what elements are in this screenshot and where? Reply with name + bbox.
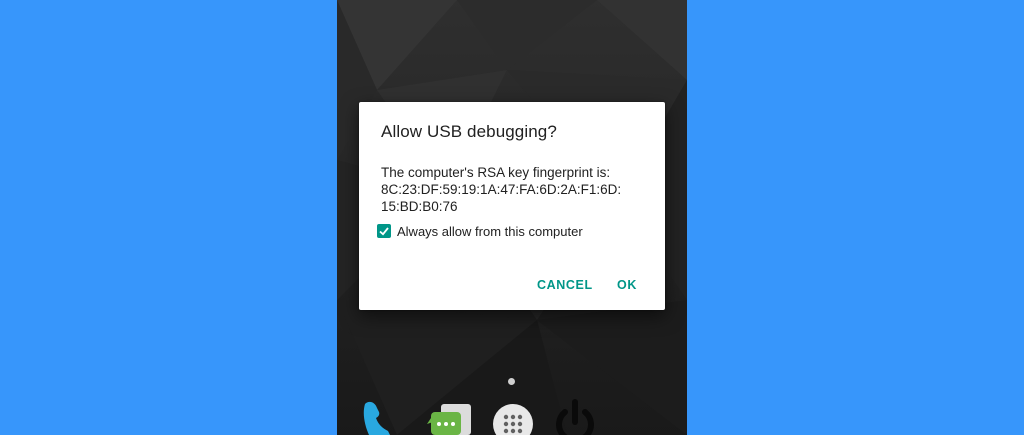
always-allow-label[interactable]: Always allow from this computer — [397, 224, 583, 239]
page-indicator-dot — [508, 378, 515, 385]
dialog-message: The computer's RSA key fingerprint is: 8… — [381, 164, 651, 215]
ok-button[interactable]: OK — [617, 278, 637, 292]
screen: Allow USB debugging? The computer's RSA … — [0, 0, 1024, 435]
dialog-title: Allow USB debugging? — [381, 122, 557, 141]
checkmark-icon — [379, 227, 389, 236]
power-icon[interactable] — [551, 398, 599, 435]
phone-screen: Allow USB debugging? The computer's RSA … — [337, 0, 687, 435]
phone-icon[interactable] — [359, 398, 407, 435]
fingerprint-line-2: 15:BD:B0:76 — [381, 199, 458, 214]
always-allow-checkbox[interactable] — [377, 224, 391, 238]
fingerprint-intro: The computer's RSA key fingerprint is: — [381, 165, 611, 180]
fingerprint-line-1: 8C:23:DF:59:19:1A:47:FA:6D:2A:F1:6D: — [381, 182, 622, 197]
always-allow-checkbox-row[interactable]: Always allow from this computer — [377, 222, 583, 240]
messaging-icon[interactable] — [427, 398, 475, 435]
usb-debugging-dialog: Allow USB debugging? The computer's RSA … — [359, 102, 665, 310]
cancel-button[interactable]: CANCEL — [537, 278, 593, 292]
app-drawer-icon[interactable] — [489, 398, 537, 435]
